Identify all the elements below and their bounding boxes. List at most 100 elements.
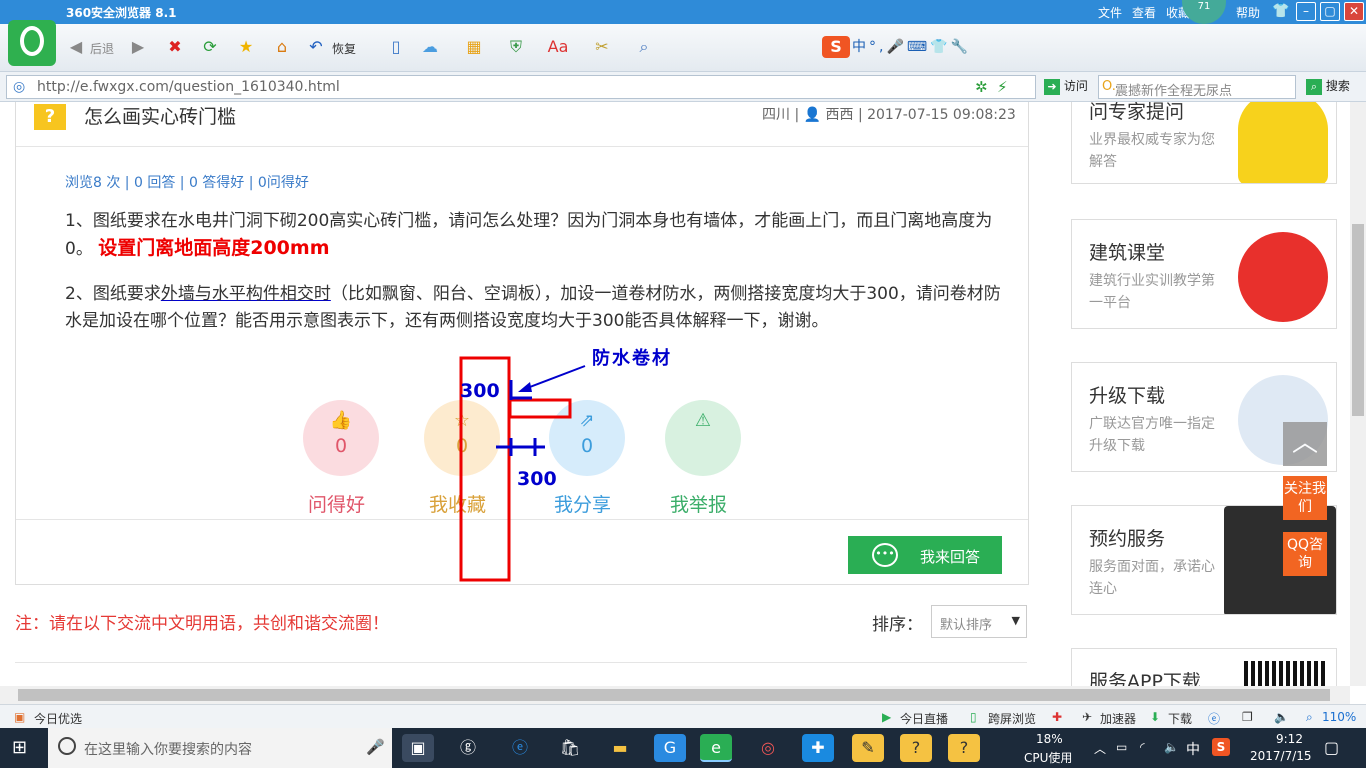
home-icon[interactable]: ⌂	[270, 36, 294, 58]
go-button[interactable]: ➜ 访问	[1044, 77, 1088, 95]
medical-icon[interactable]: ✚	[1052, 710, 1062, 724]
sort-value: 默认排序	[940, 618, 993, 633]
menu-help[interactable]: 帮助	[1236, 4, 1260, 21]
search-input[interactable]: O. 震撼新作全程无尿点	[1098, 75, 1296, 99]
card-title: 预约服务	[1089, 528, 1166, 550]
taskbar-search-input[interactable]: 在这里输入你要搜索的内容 🎤	[48, 728, 392, 768]
stop-icon[interactable]: ✖	[163, 36, 187, 58]
folder-icon[interactable]: ▬	[604, 734, 636, 762]
maximize-button[interactable]: ▢	[1320, 2, 1340, 21]
app-plus-icon[interactable]: ✚	[802, 734, 834, 762]
browser-active-icon[interactable]: e	[700, 734, 732, 762]
sort-select[interactable]: 默认排序 ▼	[931, 605, 1027, 638]
start-windows-icon[interactable]: ⊞	[12, 738, 32, 758]
cpu-percent: 18%	[1036, 732, 1063, 746]
today-picks[interactable]: 今日优选	[34, 710, 82, 727]
clock-date[interactable]: 2017/7/15	[1250, 749, 1312, 763]
zoom-icon: ⌕	[1306, 710, 1313, 724]
qq-consult-button[interactable]: QQ咨询	[1283, 532, 1327, 576]
title-bar: 360安全浏览器 8.1 文件 查看 收藏 帮助 👕 – ▢ ✕	[0, 0, 1366, 24]
page-content: ? 怎么画实心砖门槛 四川 | 👤 西西 | 2017-07-15 09:08:…	[0, 102, 1350, 686]
sogou-tray-icon[interactable]: S	[1212, 738, 1230, 756]
sidebar-card-expert[interactable]: 问专家提问 业界最权威专家为您解答	[1071, 102, 1337, 184]
refresh-icon[interactable]: ⟳	[198, 36, 222, 58]
download[interactable]: 下载	[1168, 710, 1192, 727]
minimize-button[interactable]: –	[1296, 2, 1316, 21]
cross-screen[interactable]: 跨屏浏览	[988, 710, 1036, 727]
back-to-top-button[interactable]: ︿	[1283, 422, 1327, 466]
back-label[interactable]: 后退	[90, 40, 114, 57]
glodon-icon[interactable]: G	[654, 734, 686, 762]
window-title: 360安全浏览器 8.1	[66, 6, 177, 20]
phone-icon[interactable]: ▯	[384, 36, 408, 58]
forward-arrow-icon[interactable]: ▶	[126, 36, 150, 58]
task-view-icon[interactable]: ▣	[402, 734, 434, 762]
live-icon: ▶	[882, 710, 892, 724]
zoom-level[interactable]: 110%	[1322, 710, 1356, 724]
gift-icon[interactable]: ▣	[14, 710, 25, 724]
download-icon: ⬇	[1150, 710, 1161, 724]
accelerator[interactable]: 加速器	[1100, 710, 1136, 727]
sidebar-card-classroom[interactable]: 建筑课堂 建筑行业实训教学第一平台	[1071, 219, 1337, 329]
sogou-ime-icon[interactable]: S	[822, 36, 850, 58]
vertical-scroll-thumb[interactable]	[1352, 224, 1364, 416]
ime-indicator[interactable]: 中	[1186, 739, 1200, 759]
favorite-star-icon[interactable]: ★	[234, 36, 258, 58]
shirt-icon[interactable]: 👕	[1272, 3, 1289, 19]
menu-file[interactable]: 文件	[1098, 4, 1122, 21]
speed-mode-icon[interactable]: ⚡	[997, 78, 1008, 96]
back-arrow-icon[interactable]: ◀	[64, 36, 88, 58]
browser-logo-icon[interactable]	[8, 20, 56, 66]
question-paragraph-2: 2、图纸要求外墙与水平构件相交时（比如飘窗、阳台、空调板），加设一道卷材防水，两…	[65, 281, 1015, 335]
cortana-icon	[58, 737, 76, 755]
restore-label[interactable]: 恢复	[332, 40, 356, 57]
apps-grid-icon[interactable]: ▦	[462, 36, 486, 58]
ime-toolbar-icon[interactable]: 中°,🎤⌨👕🔧	[852, 36, 1002, 58]
action-label[interactable]: 问得好	[308, 490, 365, 517]
menu-view[interactable]: 查看	[1132, 4, 1156, 21]
url-text[interactable]: http://e.fwxgx.com/question_1610340.html	[37, 79, 340, 95]
expert-mascot-icon	[1238, 102, 1328, 183]
browser-360-icon[interactable]: ⓖ	[452, 734, 484, 762]
search-button[interactable]: ⌕ 搜索	[1306, 77, 1350, 95]
help-icon[interactable]: ?	[900, 734, 932, 762]
microphone-icon[interactable]: 🎤	[366, 738, 385, 756]
label-waterproof: 防水卷材	[592, 347, 672, 369]
notification-icon[interactable]: ▢	[1324, 738, 1339, 757]
undo-icon[interactable]: ↶	[304, 36, 328, 58]
help-icon-2[interactable]: ?	[948, 734, 980, 762]
clock-time[interactable]: 9:12	[1276, 732, 1303, 746]
close-button[interactable]: ✕	[1344, 2, 1364, 21]
cloud-icon[interactable]: ☁	[418, 36, 442, 58]
wifi-icon[interactable]: ◜	[1140, 740, 1145, 754]
screenshot-icon[interactable]: ✂	[590, 36, 614, 58]
app-c-icon[interactable]: ◎	[752, 734, 784, 762]
search-engine-icon[interactable]: O.	[1102, 79, 1116, 94]
go-arrow-icon: ➜	[1044, 79, 1060, 95]
security-icon[interactable]: ✲	[975, 78, 988, 96]
notes-icon[interactable]: ✎	[852, 734, 884, 762]
window-icon[interactable]: ❐	[1242, 710, 1253, 724]
address-bar[interactable]: ◎ http://e.fwxgx.com/question_1610340.ht…	[6, 75, 1036, 99]
label-300-top: 300	[460, 380, 500, 402]
tray-up-arrow-icon[interactable]: ︿	[1094, 740, 1106, 757]
network-icon[interactable]: ▭	[1116, 740, 1127, 754]
horizontal-scroll-thumb[interactable]	[18, 689, 1330, 701]
action-thumb-up-button[interactable]: 👍 0	[303, 400, 379, 476]
ie-icon[interactable]: ⓔ	[1208, 710, 1220, 727]
store-icon[interactable]: 🛍	[554, 734, 586, 762]
volume-icon[interactable]: 🔈	[1274, 710, 1289, 724]
today-live[interactable]: 今日直播	[900, 710, 948, 727]
zoom-icon[interactable]: ⌕	[632, 36, 656, 58]
volume-icon[interactable]: 🔈	[1164, 740, 1179, 754]
card-title: 升级下载	[1089, 385, 1166, 407]
follow-us-button[interactable]: 关注我们	[1283, 476, 1327, 520]
translate-icon[interactable]: Aa	[546, 36, 570, 58]
edge-icon[interactable]: ⓔ	[504, 734, 536, 762]
sidebar-card-app[interactable]: 服务APP下载	[1071, 648, 1337, 686]
community-notice: 注：请在以下交流中文明用语，共创和谐交流圈！	[15, 614, 389, 634]
paragraph-2-start: 2、图纸要求	[65, 284, 161, 304]
arrow-head-icon	[518, 382, 532, 392]
shield-icon[interactable]: ⛨	[504, 36, 528, 58]
answer-button[interactable]: ••• 我来回答	[848, 536, 1002, 574]
